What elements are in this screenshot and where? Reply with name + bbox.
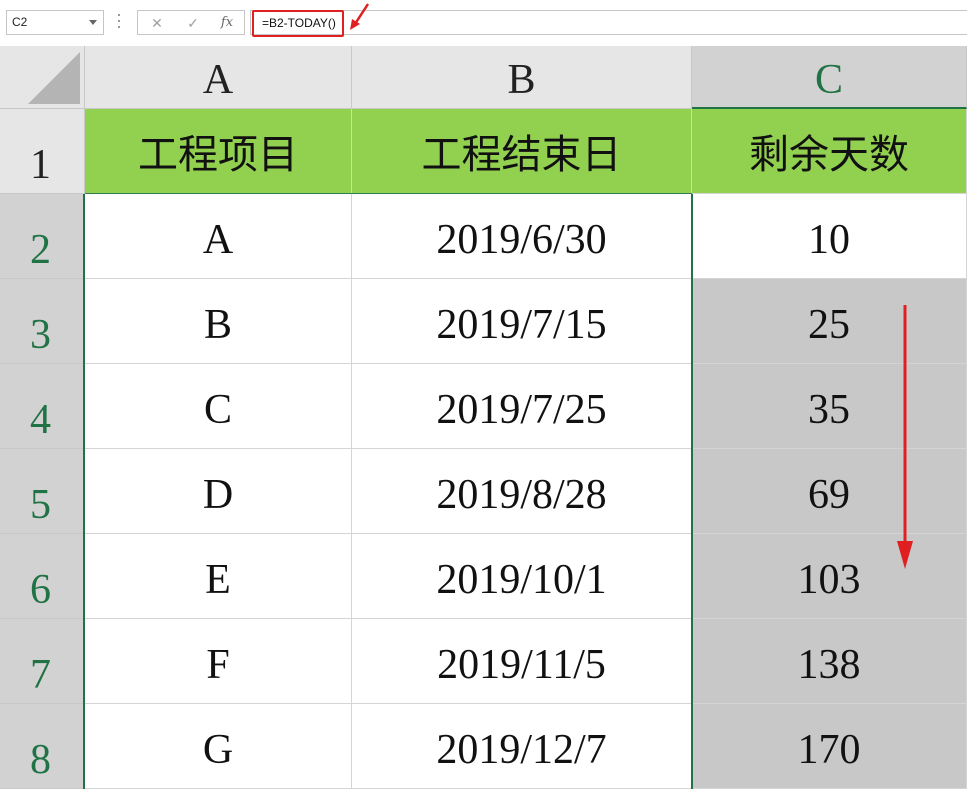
selection-top-border — [85, 193, 692, 194]
cell-c5[interactable]: 69 — [692, 449, 967, 534]
column-header-c[interactable]: C — [692, 46, 967, 109]
cell-a3[interactable]: B — [85, 279, 352, 364]
cell-a2[interactable]: A — [85, 194, 352, 279]
row-header-2[interactable]: 2 — [0, 194, 85, 279]
annotation-down-arrow-icon — [897, 305, 913, 569]
row-number: 3 — [30, 312, 51, 358]
row-header-1[interactable]: 1 — [0, 109, 85, 194]
header-cell-end-date[interactable]: 工程结束日 — [352, 109, 692, 194]
cell-c7[interactable]: 138 — [692, 619, 967, 704]
row-number: 5 — [30, 482, 51, 528]
header-cell-days-left[interactable]: 剩余天数 — [692, 109, 967, 194]
selection-border — [691, 194, 693, 789]
formula-highlight-box: =B2-TODAY() — [252, 10, 344, 37]
annotation-arrow-icon — [350, 3, 370, 30]
cell-b7[interactable]: 2019/11/5 — [352, 619, 692, 704]
row-number: 2 — [30, 227, 51, 273]
row-header-8[interactable]: 8 — [0, 704, 85, 789]
cell-a8[interactable]: G — [85, 704, 352, 789]
row-header-4[interactable]: 4 — [0, 364, 85, 449]
row-header-3[interactable]: 3 — [0, 279, 85, 364]
row-header-7[interactable]: 7 — [0, 619, 85, 704]
cell-c6[interactable]: 103 — [692, 534, 967, 619]
cell-b2[interactable]: 2019/6/30 — [352, 194, 692, 279]
cell-b8[interactable]: 2019/12/7 — [352, 704, 692, 789]
selection-edge — [83, 194, 85, 789]
cell-b3[interactable]: 2019/7/15 — [352, 279, 692, 364]
column-header-b[interactable]: B — [352, 46, 692, 109]
drag-handle-icon[interactable] — [118, 14, 121, 30]
row-number: 4 — [30, 397, 51, 443]
column-header-a[interactable]: A — [85, 46, 352, 109]
select-all-corner[interactable] — [0, 46, 85, 109]
cancel-icon[interactable]: ✕ — [147, 14, 167, 32]
header-cell-project[interactable]: 工程项目 — [85, 109, 352, 194]
cell-c2[interactable]: 10 — [692, 194, 967, 279]
name-box[interactable]: C2 — [6, 10, 104, 35]
cell-b5[interactable]: 2019/8/28 — [352, 449, 692, 534]
row-number: 1 — [30, 142, 51, 188]
cell-a5[interactable]: D — [85, 449, 352, 534]
cell-a4[interactable]: C — [85, 364, 352, 449]
row-header-5[interactable]: 5 — [0, 449, 85, 534]
cell-b4[interactable]: 2019/7/25 — [352, 364, 692, 449]
cell-c8[interactable]: 170 — [692, 704, 967, 789]
formula-bar: C2 ✕ ✓ fx =B2-TODAY() — [0, 0, 967, 46]
formula-text: =B2-TODAY() — [262, 16, 336, 30]
row-number: 7 — [30, 652, 51, 698]
cell-a7[interactable]: F — [85, 619, 352, 704]
row-number: 8 — [30, 737, 51, 783]
cell-c4[interactable]: 35 — [692, 364, 967, 449]
enter-icon[interactable]: ✓ — [183, 14, 203, 32]
chevron-down-icon[interactable] — [89, 20, 97, 25]
cell-a6[interactable]: E — [85, 534, 352, 619]
insert-function-icon[interactable]: fx — [217, 14, 237, 32]
row-header-6[interactable]: 6 — [0, 534, 85, 619]
name-box-value: C2 — [12, 15, 28, 29]
row-number: 6 — [30, 567, 51, 613]
cell-c3[interactable]: 25 — [692, 279, 967, 364]
cell-b6[interactable]: 2019/10/1 — [352, 534, 692, 619]
formula-buttons: ✕ ✓ fx — [137, 10, 245, 35]
